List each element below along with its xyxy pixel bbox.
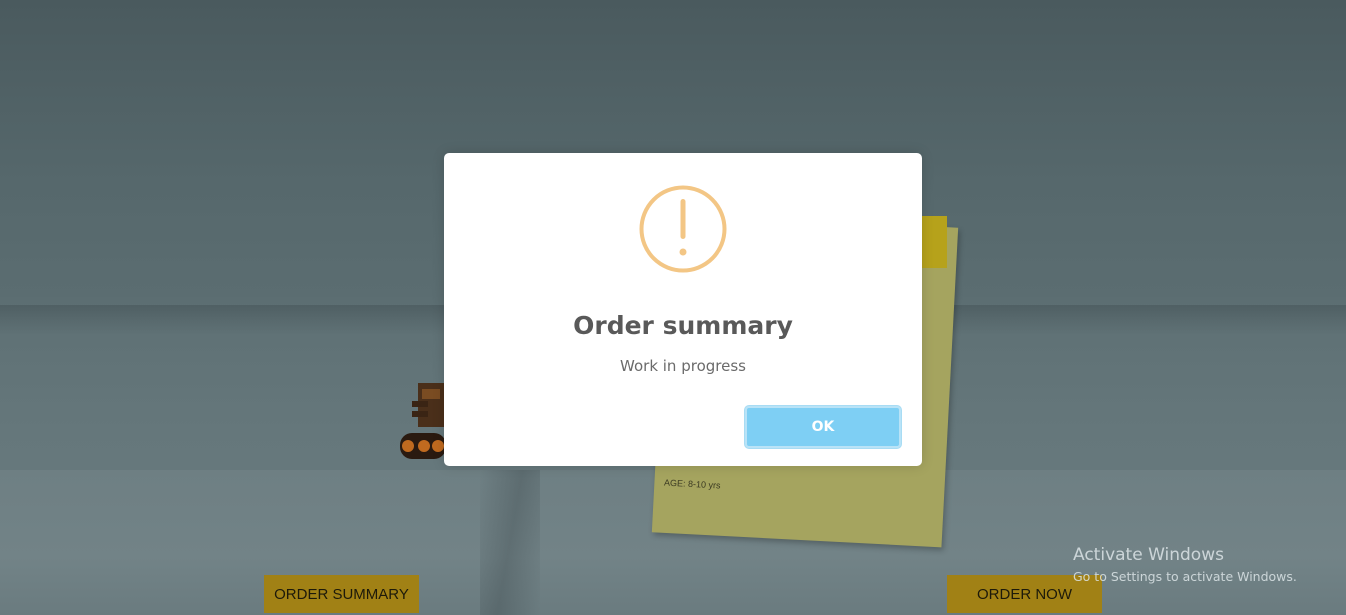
alert-dialog: Order summary Work in progress OK: [444, 153, 922, 466]
warning-circle-icon: [639, 185, 727, 273]
couch-seam: [480, 470, 540, 615]
order-summary-button[interactable]: ORDER SUMMARY: [264, 575, 419, 613]
robot-toy-image: [400, 383, 446, 459]
watermark-subtitle: Go to Settings to activate Windows.: [1073, 569, 1297, 584]
dialog-title: Order summary: [573, 311, 793, 340]
activate-windows-watermark: Activate Windows Go to Settings to activ…: [1073, 545, 1297, 584]
dialog-message: Work in progress: [620, 357, 746, 375]
watermark-title: Activate Windows: [1073, 545, 1224, 565]
ok-button[interactable]: OK: [745, 406, 901, 448]
scene-background: AGE: 8-10 yrs ORDER SUMMARY ORDER NOW Ac…: [0, 0, 1346, 615]
